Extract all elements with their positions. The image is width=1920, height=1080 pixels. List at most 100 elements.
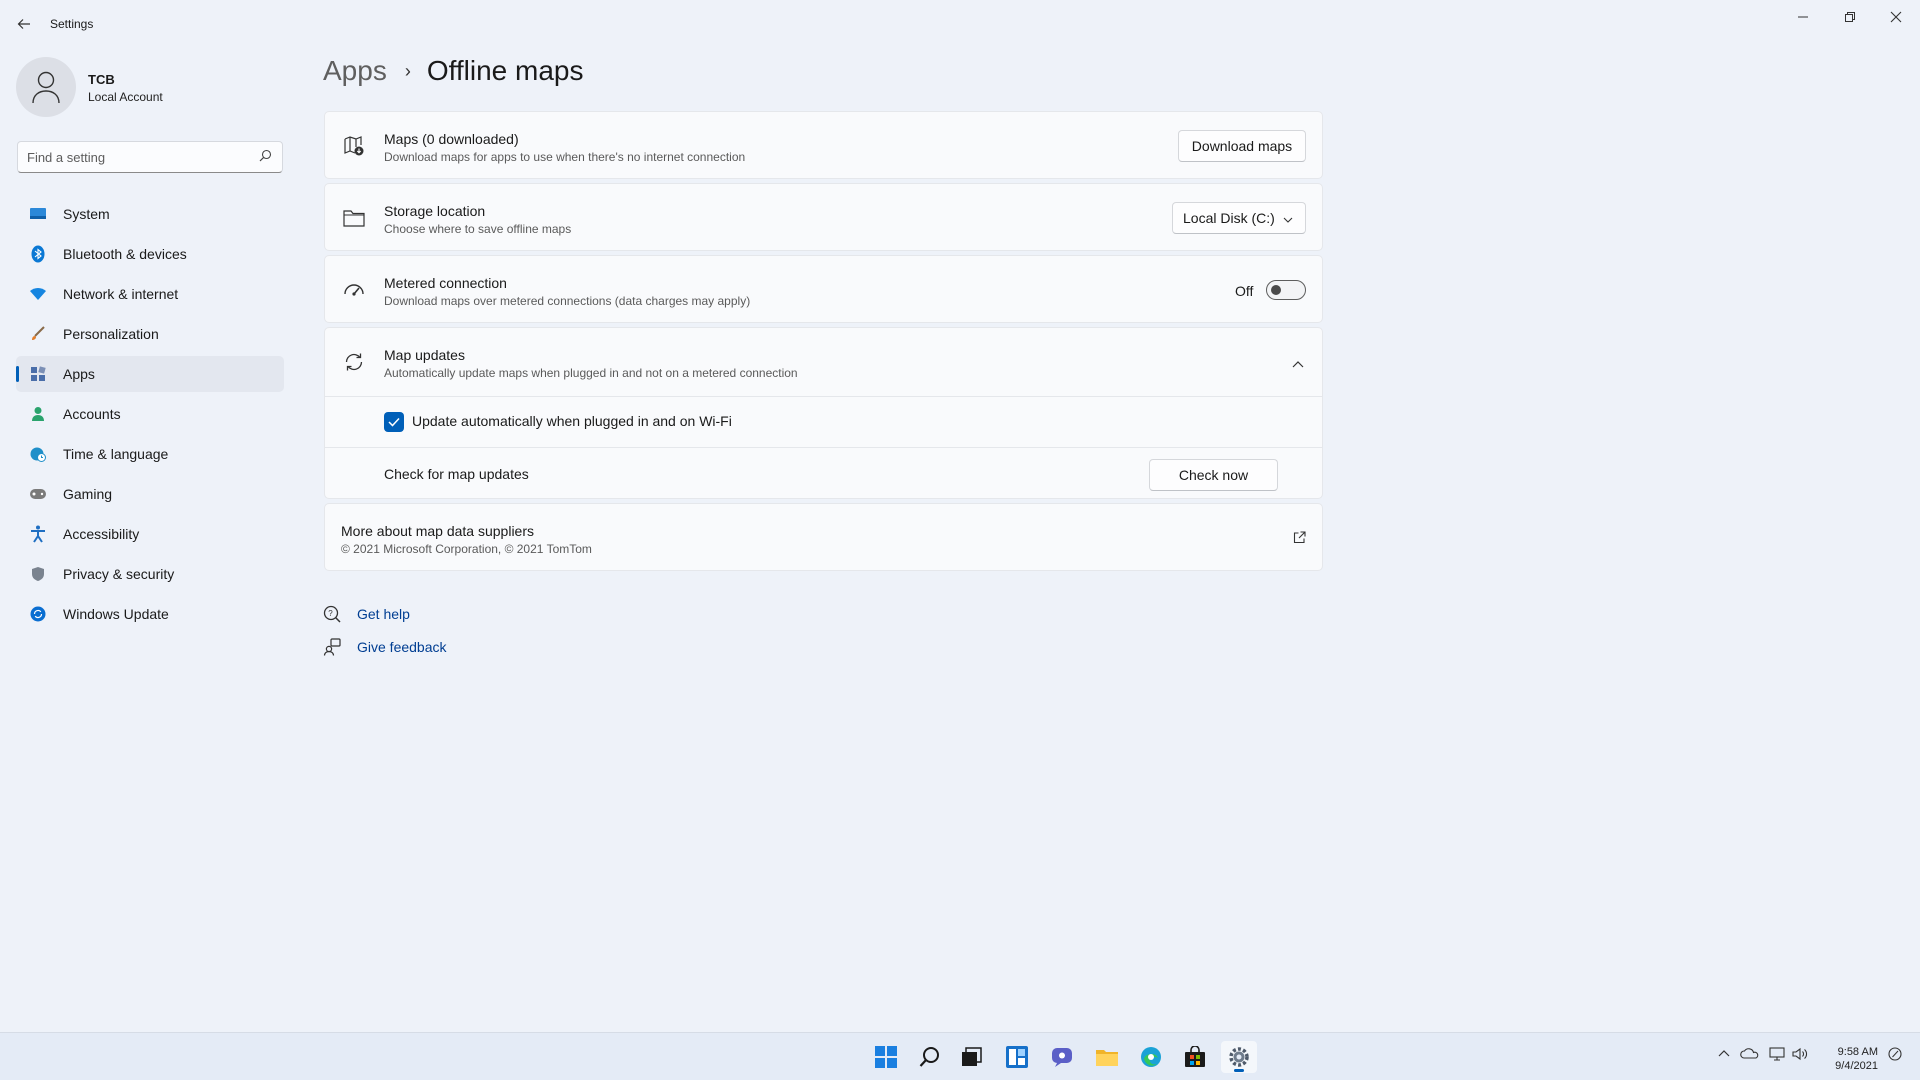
- chevron-up-icon[interactable]: [1292, 356, 1304, 374]
- map-updates-header[interactable]: Map updates Automatically update maps wh…: [325, 328, 1322, 396]
- sidebar-item-accessibility[interactable]: Accessibility: [16, 516, 284, 552]
- page-title: Offline maps: [426, 55, 584, 86]
- sidebar-item-label: Bluetooth & devices: [63, 246, 187, 262]
- storage-location-dropdown[interactable]: Local Disk (C:): [1172, 202, 1306, 234]
- widgets-icon[interactable]: [999, 1041, 1035, 1073]
- sidebar-item-label: System: [63, 206, 110, 222]
- sidebar-item-apps[interactable]: Apps: [16, 356, 284, 392]
- accessibility-icon: [28, 524, 48, 544]
- gamepad-icon: [28, 484, 48, 504]
- sidebar-item-windows-update[interactable]: Windows Update: [16, 596, 284, 632]
- check-updates-label: Check for map updates: [384, 466, 529, 482]
- checkmark-icon: [388, 417, 400, 427]
- get-help-link[interactable]: Get help: [357, 606, 410, 622]
- person-icon: [28, 404, 48, 424]
- sidebar-item-label: Windows Update: [63, 606, 169, 622]
- sidebar-item-privacy[interactable]: Privacy & security: [16, 556, 284, 592]
- download-maps-button[interactable]: Download maps: [1178, 130, 1306, 162]
- map-updates-card: Map updates Automatically update maps wh…: [324, 327, 1323, 499]
- suppliers-card[interactable]: More about map data suppliers © 2021 Mic…: [324, 503, 1323, 571]
- sidebar-item-label: Apps: [63, 366, 95, 382]
- app-title: Settings: [50, 17, 94, 31]
- file-explorer-icon[interactable]: [1089, 1041, 1125, 1073]
- metered-title: Metered connection: [384, 275, 507, 291]
- update-icon: [28, 604, 48, 624]
- search-icon[interactable]: [912, 1041, 948, 1073]
- avatar-icon: [16, 57, 76, 117]
- system-icon: [28, 204, 48, 224]
- network-icon[interactable]: [1769, 1047, 1785, 1064]
- sidebar-item-network[interactable]: Network & internet: [16, 276, 284, 312]
- volume-icon[interactable]: [1792, 1047, 1808, 1064]
- chat-icon[interactable]: [1044, 1041, 1080, 1073]
- restore-icon[interactable]: [1827, 6, 1873, 28]
- breadcrumb: Apps › Offline maps: [323, 55, 584, 87]
- get-help-icon: ?: [322, 604, 342, 624]
- close-icon[interactable]: [1873, 6, 1919, 28]
- storage-card: Storage location Choose where to save of…: [324, 183, 1323, 251]
- map-updates-subtitle: Automatically update maps when plugged i…: [384, 366, 798, 380]
- sidebar-item-label: Personalization: [63, 326, 159, 342]
- back-arrow-icon[interactable]: [14, 14, 34, 34]
- title-bar: Settings: [0, 0, 1920, 48]
- sync-icon: [342, 350, 366, 374]
- sidebar-item-gaming[interactable]: Gaming: [16, 476, 284, 512]
- give-feedback-icon: [322, 637, 342, 657]
- storage-title: Storage location: [384, 203, 486, 219]
- taskbar: [0, 1032, 1920, 1080]
- suppliers-title: More about map data suppliers: [341, 523, 534, 539]
- sidebar-item-label: Accessibility: [63, 526, 140, 542]
- globe-clock-icon: [28, 444, 48, 464]
- taskbar-clock[interactable]: 9:58 AM 9/4/2021: [1835, 1045, 1878, 1073]
- metered-card: Metered connection Download maps over me…: [324, 255, 1323, 323]
- edge-icon[interactable]: [1133, 1041, 1169, 1073]
- sidebar-item-label: Network & internet: [63, 286, 179, 302]
- metered-toggle[interactable]: [1266, 280, 1306, 300]
- sidebar-item-label: Gaming: [63, 486, 113, 502]
- chevron-up-icon[interactable]: [1718, 1047, 1730, 1061]
- sidebar-item-label: Time & language: [63, 446, 169, 462]
- shield-icon: [28, 564, 48, 584]
- search-box[interactable]: [17, 141, 283, 173]
- start-icon[interactable]: [868, 1041, 904, 1073]
- task-view-icon[interactable]: [954, 1041, 990, 1073]
- brush-icon: [28, 324, 48, 344]
- toggle-knob: [1271, 285, 1281, 295]
- search-icon[interactable]: [259, 149, 272, 165]
- auto-update-checkbox[interactable]: [384, 412, 404, 432]
- store-icon[interactable]: [1177, 1041, 1213, 1073]
- folder-icon: [342, 206, 366, 230]
- account-type: Local Account: [88, 90, 163, 104]
- storage-location-value: Local Disk (C:): [1183, 210, 1275, 226]
- sidebar-item-label: Privacy & security: [63, 566, 175, 582]
- chevron-right-icon: ›: [404, 60, 411, 81]
- clock-time: 9:58 AM: [1837, 1046, 1878, 1058]
- maps-title: Maps (0 downloaded): [384, 131, 519, 147]
- open-external-icon[interactable]: [1293, 531, 1306, 549]
- sidebar-item-system[interactable]: System: [16, 196, 284, 232]
- user-profile[interactable]: TCB Local Account: [16, 57, 163, 117]
- settings-icon[interactable]: [1221, 1041, 1257, 1073]
- bluetooth-icon: [28, 244, 48, 264]
- map-updates-title: Map updates: [384, 347, 465, 363]
- clock-date: 9/4/2021: [1835, 1060, 1878, 1072]
- apps-icon: [28, 364, 48, 384]
- maps-subtitle: Download maps for apps to use when there…: [384, 150, 746, 164]
- chevron-down-icon: [1283, 212, 1293, 228]
- notifications-icon[interactable]: [1888, 1047, 1902, 1064]
- onedrive-icon[interactable]: [1740, 1047, 1760, 1062]
- svg-text:?: ?: [328, 609, 333, 618]
- sidebar-item-bluetooth[interactable]: Bluetooth & devices: [16, 236, 284, 272]
- storage-subtitle: Choose where to save offline maps: [384, 222, 572, 236]
- minimize-icon[interactable]: [1780, 6, 1826, 28]
- sidebar-item-accounts[interactable]: Accounts: [16, 396, 284, 432]
- check-now-button[interactable]: Check now: [1149, 459, 1278, 491]
- give-feedback-link[interactable]: Give feedback: [357, 639, 447, 655]
- speedometer-icon: [342, 278, 366, 302]
- metered-state-label: Off: [1235, 283, 1254, 299]
- sidebar-item-time-language[interactable]: Time & language: [16, 436, 284, 472]
- search-input[interactable]: [18, 142, 248, 172]
- sidebar-item-personalization[interactable]: Personalization: [16, 316, 284, 352]
- divider: [325, 447, 1322, 448]
- breadcrumb-parent[interactable]: Apps: [323, 55, 387, 87]
